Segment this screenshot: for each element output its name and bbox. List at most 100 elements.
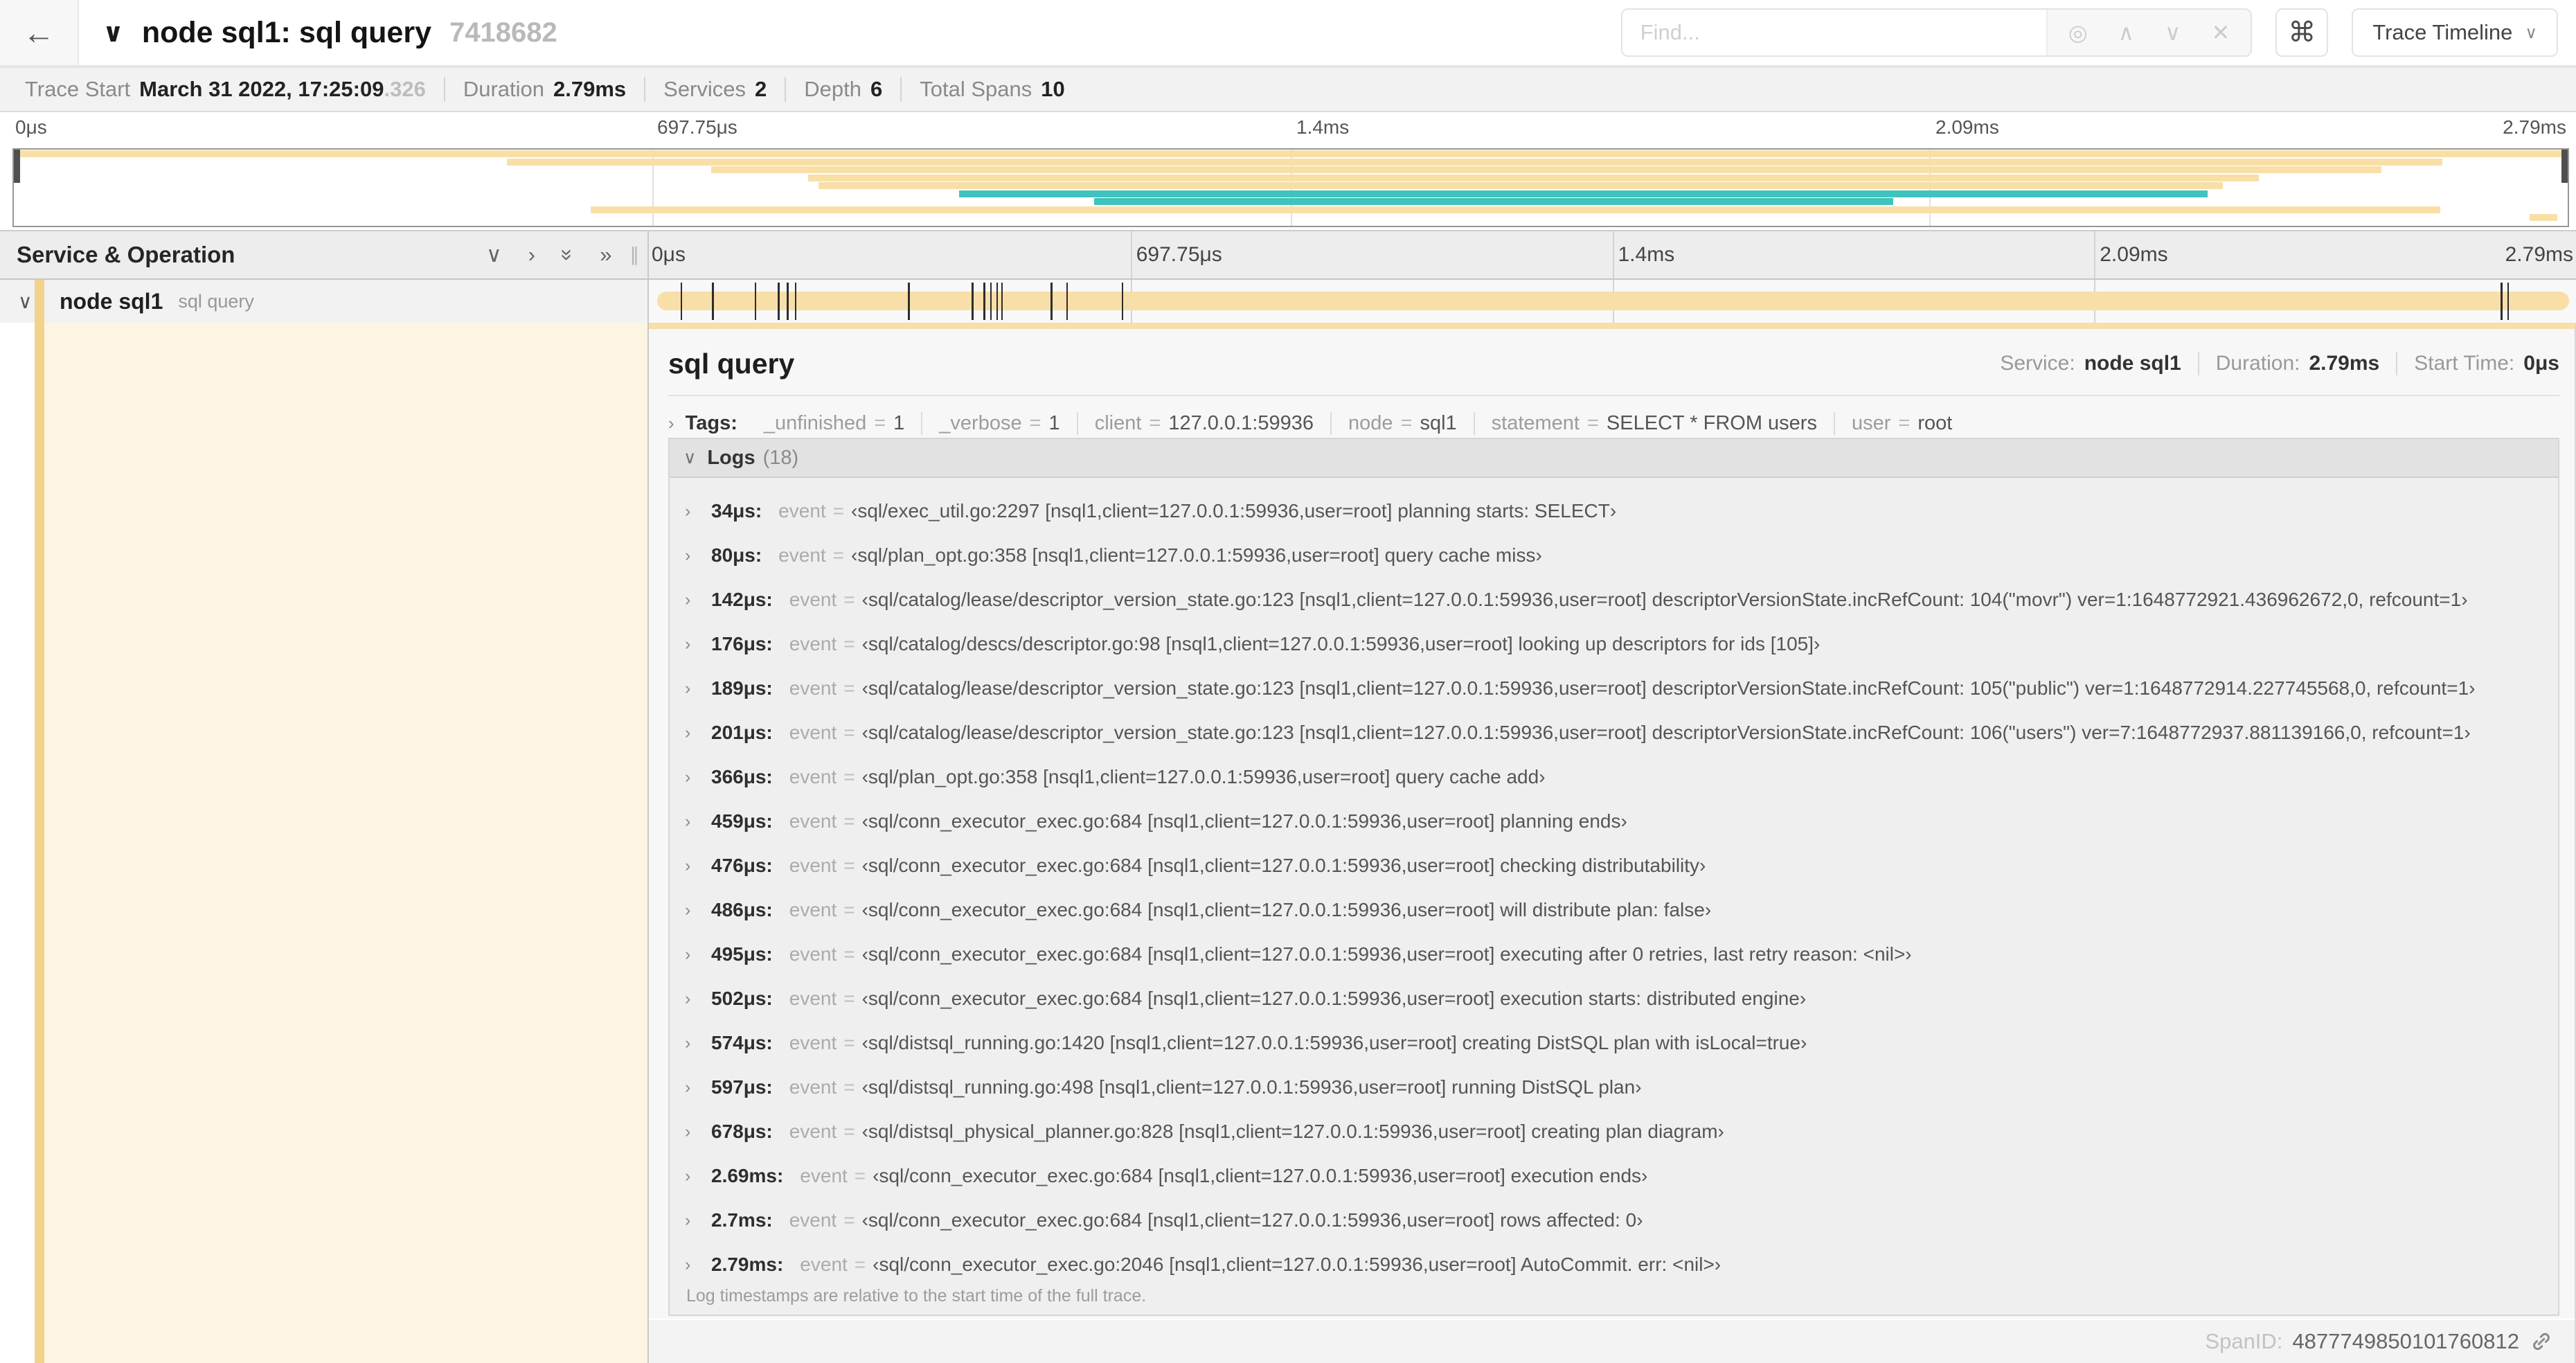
log-row[interactable]: › 366μs: event = ‹sql/plan_opt.go:358 [n… (670, 755, 2558, 799)
minimap-tick-label: 1.4ms (1296, 116, 1350, 138)
log-marker-tick[interactable] (1121, 283, 1124, 320)
locate-icon[interactable]: ◎ (2068, 19, 2088, 46)
log-marker-tick[interactable] (712, 283, 714, 320)
span-operation-name[interactable]: sql query (178, 291, 254, 312)
log-expand-chevron-icon[interactable]: › (685, 501, 711, 522)
logs-body: Log timestamps are relative to the start… (670, 478, 2558, 1315)
back-button[interactable]: ← (0, 0, 79, 65)
log-marker-tick[interactable] (972, 283, 974, 320)
span-collapse-chevron-icon[interactable]: ∨ (18, 290, 33, 313)
log-row[interactable]: › 574μs: event = ‹sql/distsql_running.go… (670, 1021, 2558, 1065)
log-expand-chevron-icon[interactable]: › (685, 1033, 711, 1053)
minimap-span-bar (818, 182, 2224, 189)
log-row[interactable]: › 142μs: event = ‹sql/catalog/lease/desc… (670, 578, 2558, 622)
trace-minimap: 0μs 697.75μs 1.4ms 2.09ms 2.79ms (0, 112, 2576, 229)
summary-value: 2.79ms (553, 77, 627, 101)
log-row[interactable]: › 2.7ms: event = ‹sql/conn_executor_exec… (670, 1198, 2558, 1242)
log-row[interactable]: › 459μs: event = ‹sql/conn_executor_exec… (670, 799, 2558, 844)
tags-expand-chevron-icon[interactable]: › (668, 413, 674, 434)
log-row[interactable]: › 2.79ms: event = ‹sql/conn_executor_exe… (670, 1242, 2558, 1287)
log-expand-chevron-icon[interactable]: › (685, 989, 711, 1009)
keyboard-shortcuts-button[interactable]: ⌘ (2275, 8, 2329, 57)
minimap-left-scrubber[interactable] (14, 150, 20, 183)
log-marker-tick[interactable] (990, 283, 992, 320)
log-expand-chevron-icon[interactable]: › (685, 1078, 711, 1098)
tags-label[interactable]: Tags: (686, 412, 737, 435)
summary-label: Duration (463, 77, 544, 101)
log-timestamp: 2.79ms: (711, 1254, 784, 1275)
detail-meta-item: Duration: 2.79ms (2197, 352, 2396, 375)
collapse-controls: ∨ › » » (486, 242, 612, 267)
log-marker-tick[interactable] (1050, 283, 1053, 320)
prev-result-icon[interactable]: ∧ (2118, 19, 2134, 46)
find-input[interactable] (1622, 10, 2046, 55)
log-marker-tick[interactable] (983, 283, 985, 320)
log-expand-chevron-icon[interactable]: › (685, 634, 711, 654)
log-timestamp: 142μs: (711, 589, 773, 610)
log-message: ‹sql/catalog/lease/descriptor_version_st… (861, 677, 2476, 699)
log-row[interactable]: › 476μs: event = ‹sql/conn_executor_exec… (670, 844, 2558, 888)
span-service-name[interactable]: node sql1 (60, 289, 163, 314)
log-row[interactable]: › 2.69ms: event = ‹sql/conn_executor_exe… (670, 1154, 2558, 1198)
log-expand-chevron-icon[interactable]: › (685, 1211, 711, 1231)
log-row[interactable]: › 176μs: event = ‹sql/catalog/descs/desc… (670, 622, 2558, 666)
log-expand-chevron-icon[interactable]: › (685, 856, 711, 876)
log-row[interactable]: › 201μs: event = ‹sql/catalog/lease/desc… (670, 711, 2558, 755)
log-row[interactable]: › 597μs: event = ‹sql/distsql_running.go… (670, 1065, 2558, 1110)
log-marker-tick[interactable] (680, 283, 683, 320)
log-marker-tick[interactable] (1066, 283, 1068, 320)
next-result-icon[interactable]: ∨ (2165, 19, 2181, 46)
log-expand-chevron-icon[interactable]: › (685, 945, 711, 965)
view-selector-label: Trace Timeline (2372, 20, 2513, 44)
log-row[interactable]: › 34μs: event = ‹sql/exec_util.go:2297 [… (670, 489, 2558, 533)
log-marker-tick[interactable] (794, 283, 797, 320)
clear-find-icon[interactable]: ✕ (2211, 19, 2230, 46)
expand-one-icon[interactable]: › (528, 242, 535, 267)
span-row[interactable]: ∨ node sql1 sql query (0, 280, 2576, 323)
log-row[interactable]: › 80μs: event = ‹sql/plan_opt.go:358 [ns… (670, 533, 2558, 578)
span-bar-wrap[interactable] (657, 280, 2569, 323)
collapse-all-icon[interactable]: » (555, 249, 580, 260)
logs-header[interactable]: ∨ Logs (18) (670, 439, 2558, 478)
log-marker-tick[interactable] (754, 283, 757, 320)
log-expand-chevron-icon[interactable]: › (685, 723, 711, 743)
minimap-canvas[interactable] (12, 148, 2569, 227)
log-row[interactable]: › 495μs: event = ‹sql/conn_executor_exec… (670, 932, 2558, 977)
log-expand-chevron-icon[interactable]: › (685, 1166, 711, 1186)
log-row[interactable]: › 189μs: event = ‹sql/catalog/lease/desc… (670, 666, 2558, 711)
column-divider[interactable] (647, 323, 649, 1363)
log-expand-chevron-icon[interactable]: › (685, 767, 711, 787)
minimap-span-row (14, 158, 2568, 166)
logs-collapse-chevron-icon[interactable]: ∨ (683, 447, 696, 468)
summary-value: 10 (1041, 77, 1065, 101)
span-duration-bar[interactable] (657, 292, 2569, 310)
log-expand-chevron-icon[interactable]: › (685, 546, 711, 566)
jaeger-trace-page: ← ∨ node sql1: sql query 7418682 ◎ ∧ ∨ ✕… (0, 0, 2576, 1363)
log-marker-tick[interactable] (996, 283, 999, 320)
log-marker-tick[interactable] (778, 283, 780, 320)
log-row[interactable]: › 502μs: event = ‹sql/conn_executor_exec… (670, 977, 2558, 1021)
view-selector-button[interactable]: Trace Timeline ∨ (2352, 8, 2558, 57)
log-expand-chevron-icon[interactable]: › (685, 1122, 711, 1142)
log-timestamp: 678μs: (711, 1121, 773, 1142)
log-marker-tick[interactable] (2501, 283, 2503, 320)
minimap-span-bar (710, 166, 2381, 173)
column-resizer-grip[interactable]: ∥ (630, 244, 640, 266)
log-expand-chevron-icon[interactable]: › (685, 812, 711, 832)
collapse-one-icon[interactable]: ∨ (486, 242, 502, 267)
log-row[interactable]: › 678μs: event = ‹sql/distsql_physical_p… (670, 1110, 2558, 1154)
minimap-tick-label: 0μs (15, 116, 47, 138)
log-marker-tick[interactable] (2507, 283, 2510, 320)
log-marker-tick[interactable] (908, 283, 910, 320)
deep-link-icon[interactable] (2529, 1329, 2554, 1354)
log-row[interactable]: › 486μs: event = ‹sql/conn_executor_exec… (670, 888, 2558, 932)
log-expand-chevron-icon[interactable]: › (685, 679, 711, 699)
log-expand-chevron-icon[interactable]: › (685, 590, 711, 610)
log-marker-tick[interactable] (1001, 283, 1003, 320)
log-expand-chevron-icon[interactable]: › (685, 900, 711, 920)
log-expand-chevron-icon[interactable]: › (685, 1255, 711, 1275)
minimap-right-scrubber[interactable] (2561, 150, 2568, 183)
title-chevron-down-icon[interactable]: ∨ (102, 17, 124, 48)
log-marker-tick[interactable] (787, 283, 789, 320)
expand-all-icon[interactable]: » (600, 242, 611, 267)
